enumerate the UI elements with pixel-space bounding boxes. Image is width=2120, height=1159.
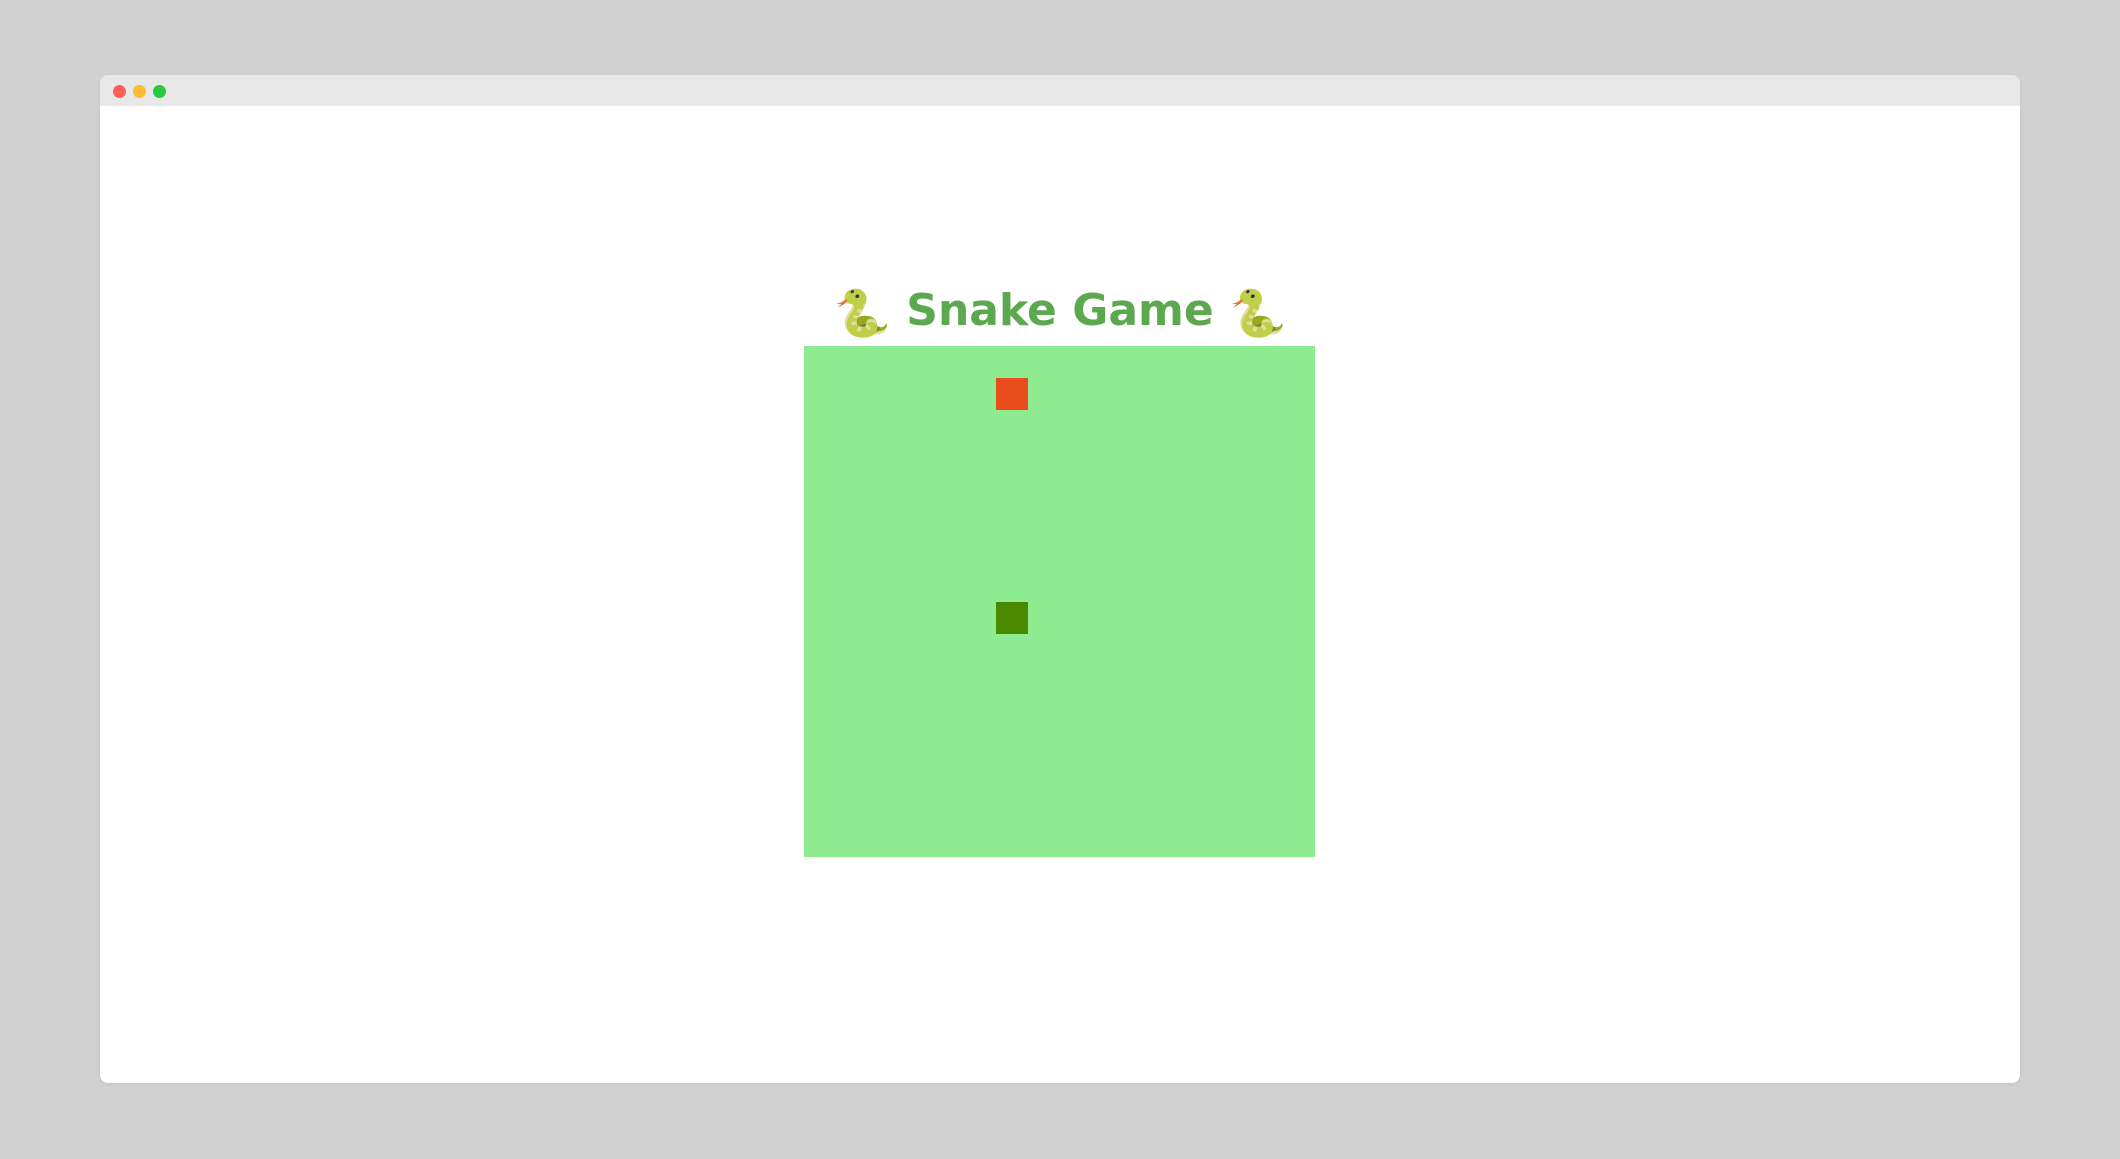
browser-window: 🐍 Snake Game 🐍 <box>100 75 2020 1083</box>
minimize-window-button[interactable] <box>133 85 146 98</box>
game-title-text: Snake Game <box>906 285 1214 336</box>
window-titlebar <box>100 75 2020 106</box>
food-cell <box>995 377 1028 410</box>
game-board[interactable] <box>804 346 1315 857</box>
maximize-window-button[interactable] <box>153 85 166 98</box>
page-title: 🐍 Snake Game 🐍 <box>100 285 2020 339</box>
snake-icon: 🐍 <box>1229 286 1287 340</box>
close-window-button[interactable] <box>113 85 126 98</box>
snake-head <box>995 601 1028 634</box>
snake-icon: 🐍 <box>833 286 891 340</box>
